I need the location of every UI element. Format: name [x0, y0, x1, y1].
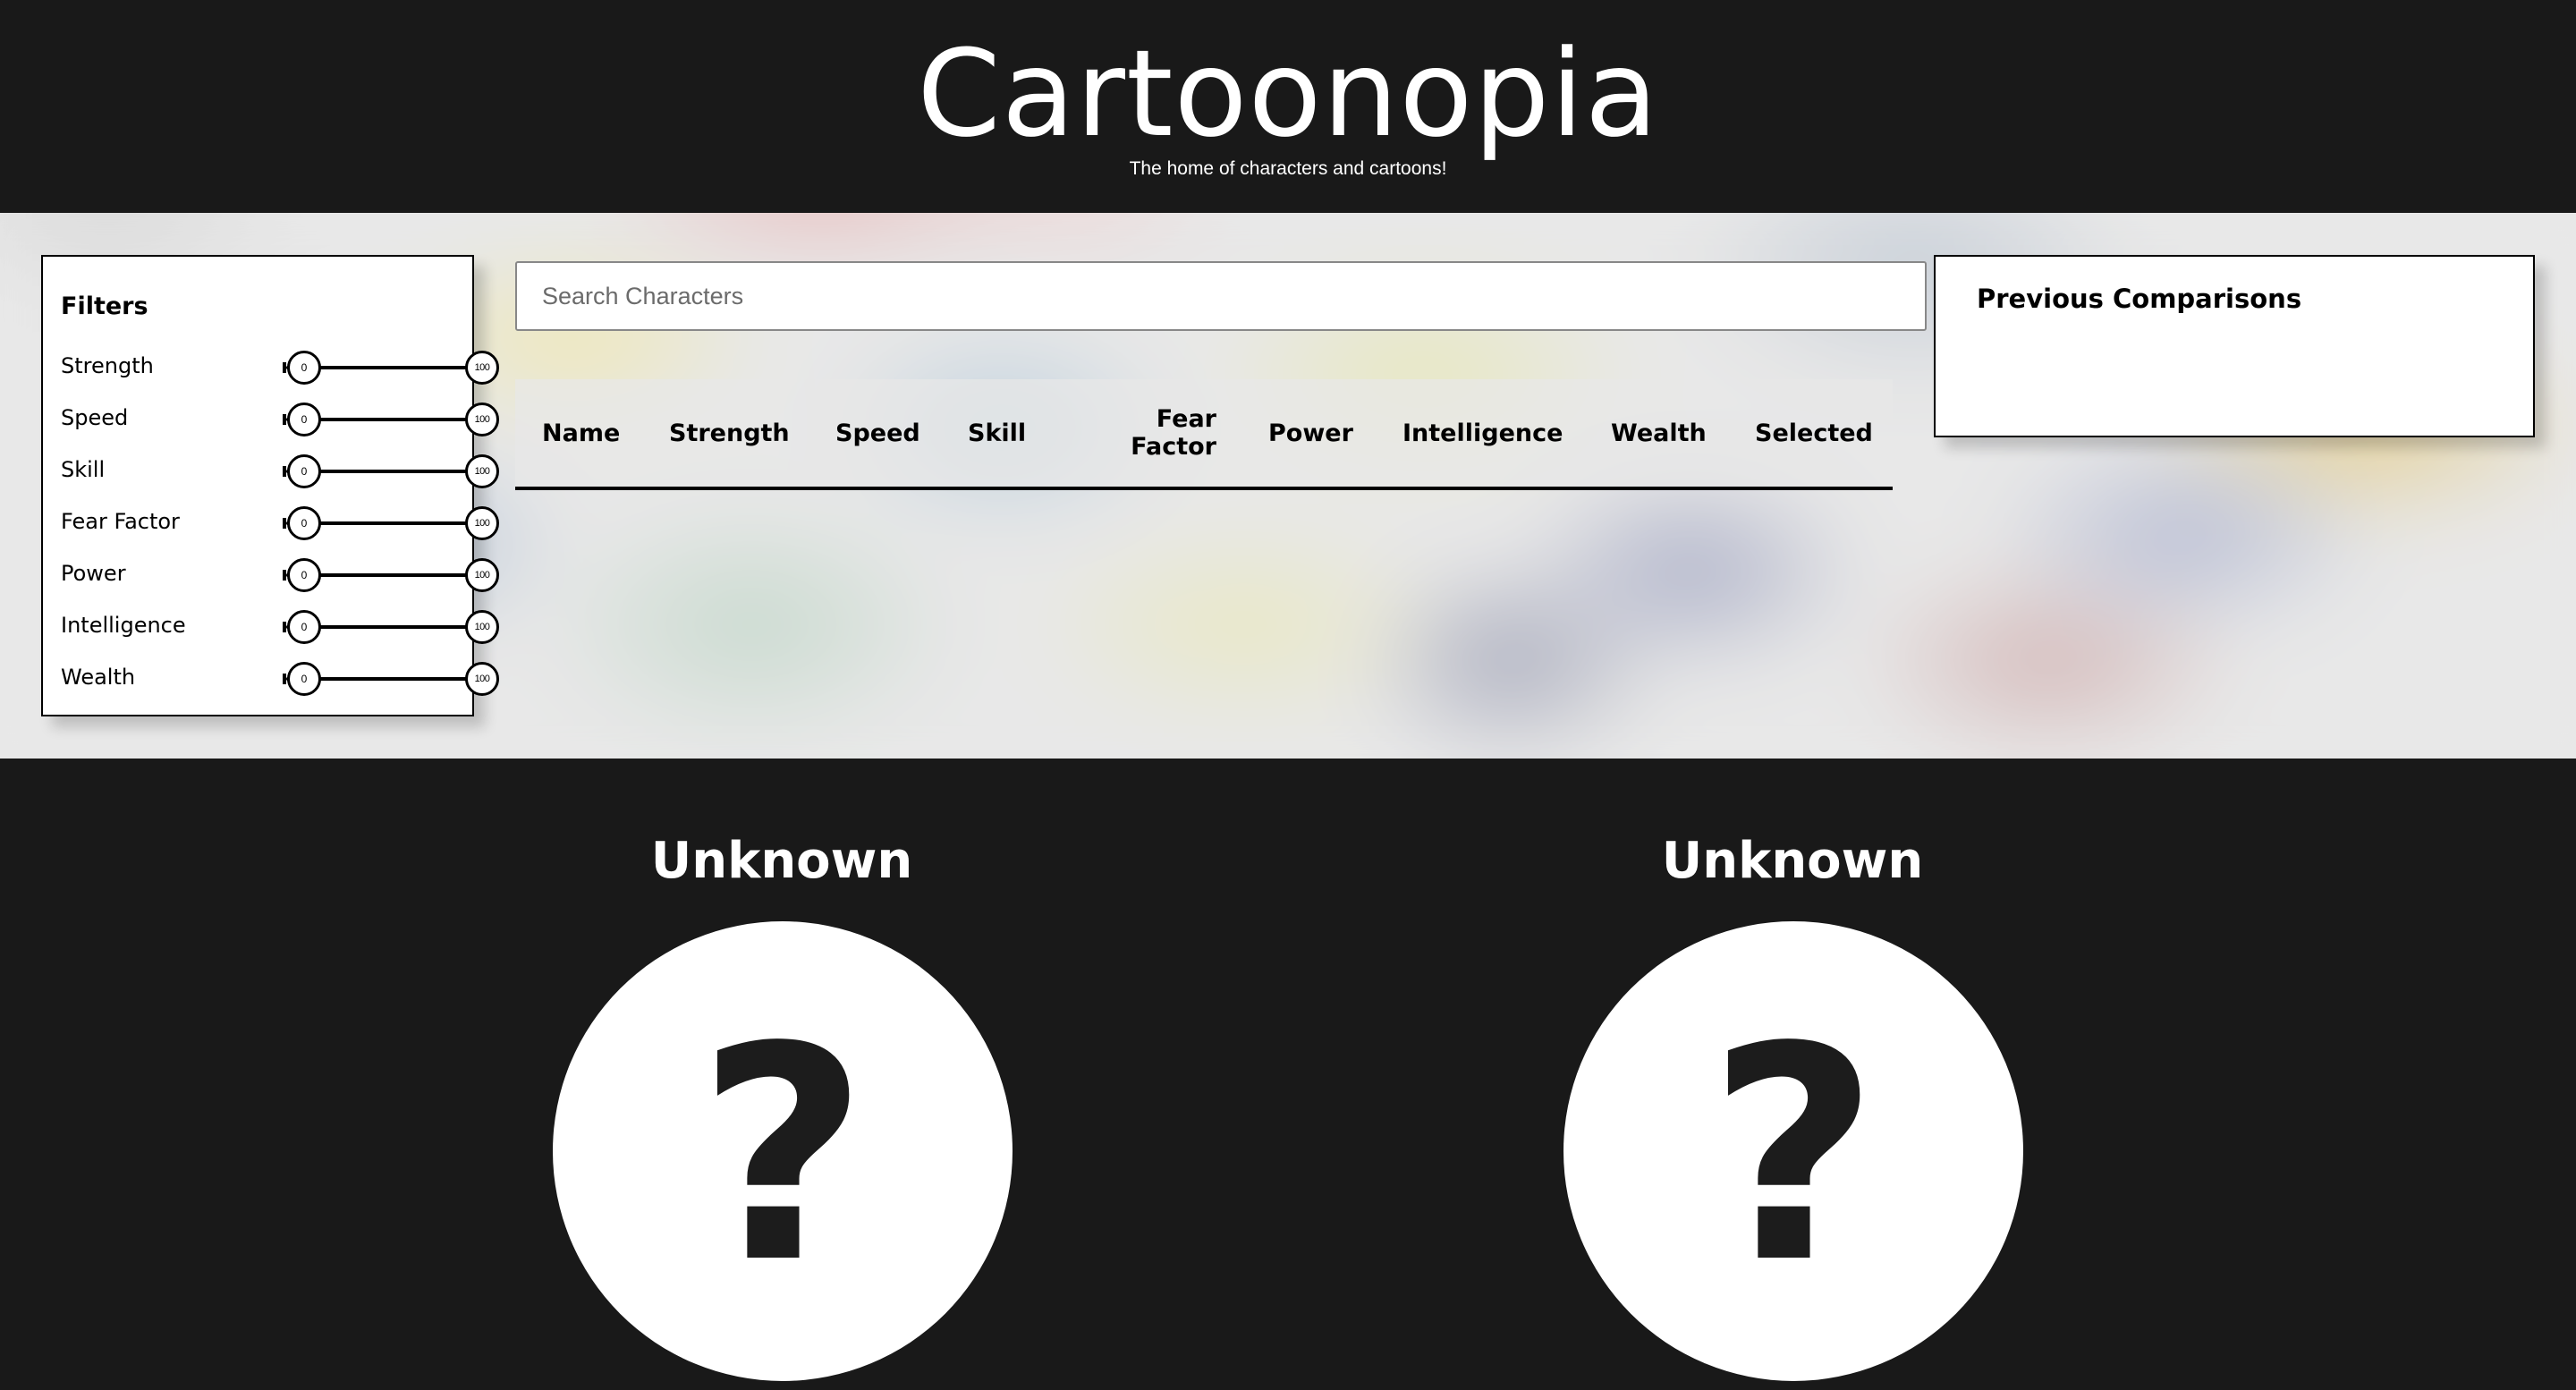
slider-min-handle[interactable]: 0	[287, 351, 321, 385]
site-tagline: The home of characters and cartoons!	[1129, 158, 1447, 179]
filter-label: Speed	[61, 405, 129, 430]
column-header-selected[interactable]: Selected	[1755, 379, 1889, 487]
filter-label: Wealth	[61, 665, 136, 690]
column-header-fear-factor[interactable]: Fear Factor	[1120, 379, 1216, 487]
column-header-skill[interactable]: Skill	[968, 379, 1048, 487]
column-header-speed[interactable]: Speed	[835, 379, 934, 487]
column-header-name[interactable]: Name	[542, 379, 640, 487]
search-characters-input[interactable]	[515, 261, 1927, 331]
filter-speed: Speed 0 100	[43, 394, 499, 445]
slider-min-handle[interactable]: 0	[287, 610, 321, 644]
site-header: Cartoonopia The home of characters and c…	[0, 0, 2576, 213]
filter-label: Power	[61, 561, 126, 586]
left-character-name: Unknown	[650, 832, 913, 890]
filter-label: Intelligence	[61, 613, 186, 638]
filter-label: Fear Factor	[61, 509, 180, 534]
right-character-name: Unknown	[1661, 832, 1924, 890]
filter-power: Power 0 100	[43, 549, 499, 601]
filter-skill: Skill 0 100	[43, 445, 499, 497]
column-header-wealth[interactable]: Wealth	[1611, 379, 1727, 487]
slider-min-handle[interactable]: 0	[287, 506, 321, 540]
slider-max-handle[interactable]: 100	[465, 454, 499, 488]
question-mark-icon: ?	[697, 984, 869, 1327]
filter-label: Strength	[61, 353, 154, 378]
slider-min-handle[interactable]: 0	[287, 662, 321, 696]
filter-intelligence: Intelligence 0 100	[43, 601, 499, 653]
column-header-intelligence[interactable]: Intelligence	[1402, 379, 1581, 487]
left-character-avatar: ?	[553, 921, 1013, 1381]
filters-panel: Filters Strength 0 100 Speed 0 100 Skill…	[41, 255, 499, 716]
slider-min-handle[interactable]: 0	[287, 403, 321, 436]
characters-table: Name Strength Speed Skill Fear Factor Pow…	[515, 379, 1893, 490]
slider-min-handle[interactable]: 0	[287, 454, 321, 488]
slider-max-handle[interactable]: 100	[465, 610, 499, 644]
previous-comparisons-panel: Previous Comparisons	[1934, 255, 2535, 437]
column-header-power[interactable]: Power	[1268, 379, 1376, 487]
previous-comparisons-title: Previous Comparisons	[1977, 284, 2302, 314]
filter-label: Skill	[61, 457, 106, 482]
filter-wealth: Wealth 0 100	[43, 653, 499, 705]
slider-max-handle[interactable]: 100	[465, 558, 499, 592]
question-mark-icon: ?	[1707, 984, 1879, 1327]
filter-strength: Strength 0 100	[43, 342, 499, 394]
slider-max-handle[interactable]: 100	[465, 403, 499, 436]
slider-max-handle[interactable]: 100	[465, 351, 499, 385]
slider-max-handle[interactable]: 100	[465, 506, 499, 540]
filters-title: Filters	[61, 292, 148, 320]
site-title: Cartoonopia	[917, 24, 1659, 164]
slider-max-handle[interactable]: 100	[465, 662, 499, 696]
slider-min-handle[interactable]: 0	[287, 558, 321, 592]
right-character-avatar: ?	[1563, 921, 2023, 1381]
filter-fear-factor: Fear Factor 0 100	[43, 497, 499, 549]
column-header-strength[interactable]: Strength	[669, 379, 803, 487]
